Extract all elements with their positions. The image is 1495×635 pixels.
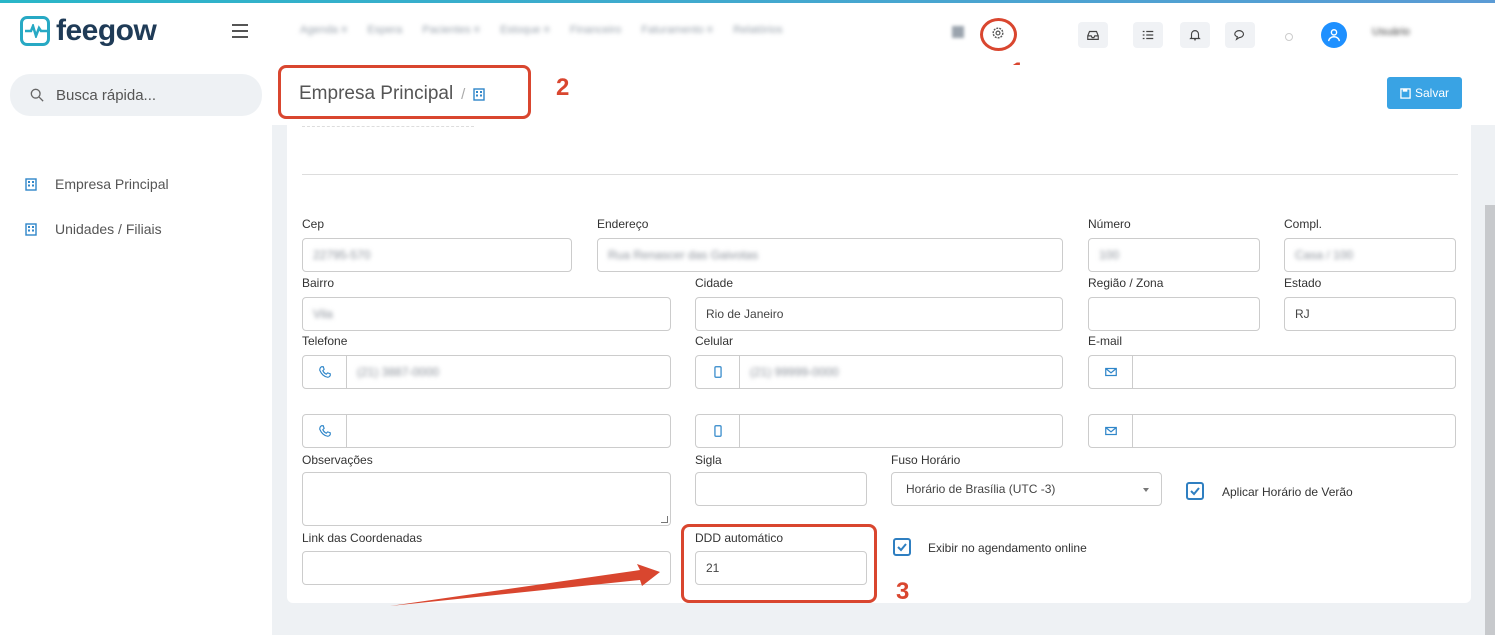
compl-label: Compl. — [1284, 217, 1323, 231]
user-name[interactable]: Usuário — [1372, 26, 1410, 38]
user-avatar-icon[interactable] — [1321, 22, 1347, 48]
compl-value: Casa / 100 — [1295, 248, 1354, 262]
email-2-field[interactable] — [1088, 414, 1456, 448]
numero-field[interactable]: 100 — [1088, 238, 1260, 272]
nav-item-estoque[interactable]: Estoque ≡ — [500, 24, 550, 36]
mobile-phone-icon — [696, 356, 740, 388]
floppy-disk-icon — [1400, 87, 1411, 99]
horario-verao-label: Aplicar Horário de Verão — [1222, 485, 1353, 499]
sidebar-item-empresa-principal[interactable]: Empresa Principal — [25, 176, 169, 192]
status-dot — [1285, 33, 1293, 41]
resize-handle-icon[interactable] — [661, 516, 668, 523]
estado-value: RJ — [1295, 307, 1310, 321]
telefone-2-field[interactable] — [302, 414, 671, 448]
celular-label: Celular — [695, 334, 734, 348]
email-label: E-mail — [1088, 334, 1123, 348]
telefone-value: (21) 3887-0000 — [357, 365, 440, 379]
bell-icon[interactable] — [1180, 22, 1210, 48]
save-label: Salvar — [1414, 86, 1449, 100]
section-divider — [302, 174, 1458, 175]
compl-field[interactable]: Casa / 100 — [1284, 238, 1456, 272]
endereco-label: Endereço — [597, 217, 649, 231]
observacoes-textarea[interactable] — [302, 472, 671, 526]
nav-item-espera[interactable]: Espera — [367, 24, 402, 36]
chat-icon[interactable] — [1225, 22, 1255, 48]
page-scrollbar[interactable] — [1485, 205, 1495, 635]
sidebar-item-unidades-filiais[interactable]: Unidades / Filiais — [25, 221, 162, 237]
inbox-icon[interactable] — [1078, 22, 1108, 48]
nav-item-agenda[interactable]: Agenda ≡ — [300, 24, 347, 36]
chevron-down-icon — [1143, 488, 1149, 492]
numero-value: 100 — [1099, 248, 1120, 262]
link-coordenadas-label: Link das Coordenadas — [302, 531, 423, 545]
building-icon — [25, 222, 37, 236]
save-button[interactable]: Salvar — [1387, 77, 1462, 109]
sidebar-item-label: Unidades / Filiais — [55, 221, 162, 237]
fuso-label: Fuso Horário — [891, 453, 961, 467]
telefone-label: Telefone — [302, 334, 348, 348]
main-nav: Agenda ≡ Espera Pacientes ≡ Estoque ≡ Fi… — [300, 24, 783, 36]
bairro-field[interactable]: Vila — [302, 297, 671, 331]
email-field[interactable] — [1088, 355, 1456, 389]
nav-item-financeiro[interactable]: Financeiro — [570, 24, 621, 36]
horario-verao-checkbox[interactable] — [1186, 482, 1204, 500]
sigla-field[interactable] — [695, 472, 867, 506]
regiao-field[interactable] — [1088, 297, 1260, 331]
menu-toggle-icon[interactable] — [232, 24, 248, 38]
sigla-label: Sigla — [695, 453, 722, 467]
fuso-select[interactable]: Horário de Brasília (UTC -3) — [891, 472, 1162, 506]
cidade-field[interactable]: Rio de Janeiro — [695, 297, 1063, 331]
phone-icon — [303, 356, 347, 388]
phone-icon — [303, 415, 347, 447]
dashed-divider — [302, 126, 474, 127]
annotation-ring-ddd — [681, 524, 877, 603]
estado-field[interactable]: RJ — [1284, 297, 1456, 331]
celular-field[interactable]: (21) 99999-0000 — [695, 355, 1063, 389]
callout-number-3: 3 — [896, 578, 910, 605]
bairro-value: Vila — [313, 307, 333, 321]
nav-item-pacientes[interactable]: Pacientes ≡ — [422, 24, 480, 36]
link-coordenadas-field[interactable] — [302, 551, 671, 585]
search-icon — [30, 88, 44, 102]
cep-value: 22795-570 — [313, 248, 371, 262]
agendamento-online-label: Exibir no agendamento online — [928, 541, 1087, 555]
mobile-phone-icon — [696, 415, 740, 447]
envelope-icon — [1089, 356, 1133, 388]
agendamento-online-checkbox[interactable] — [893, 538, 911, 556]
fuso-value: Horário de Brasília (UTC -3) — [906, 482, 1056, 496]
telefone-field[interactable]: (21) 3887-0000 — [302, 355, 671, 389]
annotation-ring-breadcrumb — [278, 65, 531, 119]
bairro-label: Bairro — [302, 276, 335, 290]
cep-label: Cep — [302, 217, 325, 231]
brand-logo[interactable]: feegow — [20, 14, 157, 47]
celular-value: (21) 99999-0000 — [750, 365, 839, 379]
numero-label: Número — [1088, 217, 1131, 231]
celular-2-field[interactable] — [695, 414, 1063, 448]
envelope-icon — [1089, 415, 1133, 447]
apps-grid-icon[interactable] — [952, 26, 964, 38]
annotation-ring-settings — [980, 18, 1017, 51]
checklist-icon[interactable] — [1133, 22, 1163, 48]
logo-text: feegow — [56, 14, 157, 47]
callout-number-2: 2 — [556, 74, 570, 101]
checkmark-icon — [897, 543, 907, 552]
endereco-field[interactable]: Rua Renascer das Gaivotas — [597, 238, 1063, 272]
regiao-label: Região / Zona — [1088, 276, 1164, 290]
nav-item-faturamento[interactable]: Faturamento ≡ — [641, 24, 713, 36]
sidebar: Busca rápida... Empresa Principal Unidad… — [0, 65, 272, 635]
observacoes-label: Observações — [302, 453, 373, 467]
cidade-label: Cidade — [695, 276, 734, 290]
nav-item-relatorios[interactable]: Relatórios — [733, 24, 783, 36]
endereco-value: Rua Renascer das Gaivotas — [608, 248, 759, 262]
checkmark-icon — [1190, 487, 1200, 496]
sidebar-item-label: Empresa Principal — [55, 176, 169, 192]
cep-field[interactable]: 22795-570 — [302, 238, 572, 272]
estado-label: Estado — [1284, 276, 1322, 290]
cidade-value: Rio de Janeiro — [706, 307, 784, 321]
building-icon — [25, 177, 37, 191]
quick-search-input[interactable]: Busca rápida... — [10, 74, 262, 116]
logo-heartbeat-icon — [20, 16, 50, 46]
search-placeholder: Busca rápida... — [56, 86, 157, 104]
